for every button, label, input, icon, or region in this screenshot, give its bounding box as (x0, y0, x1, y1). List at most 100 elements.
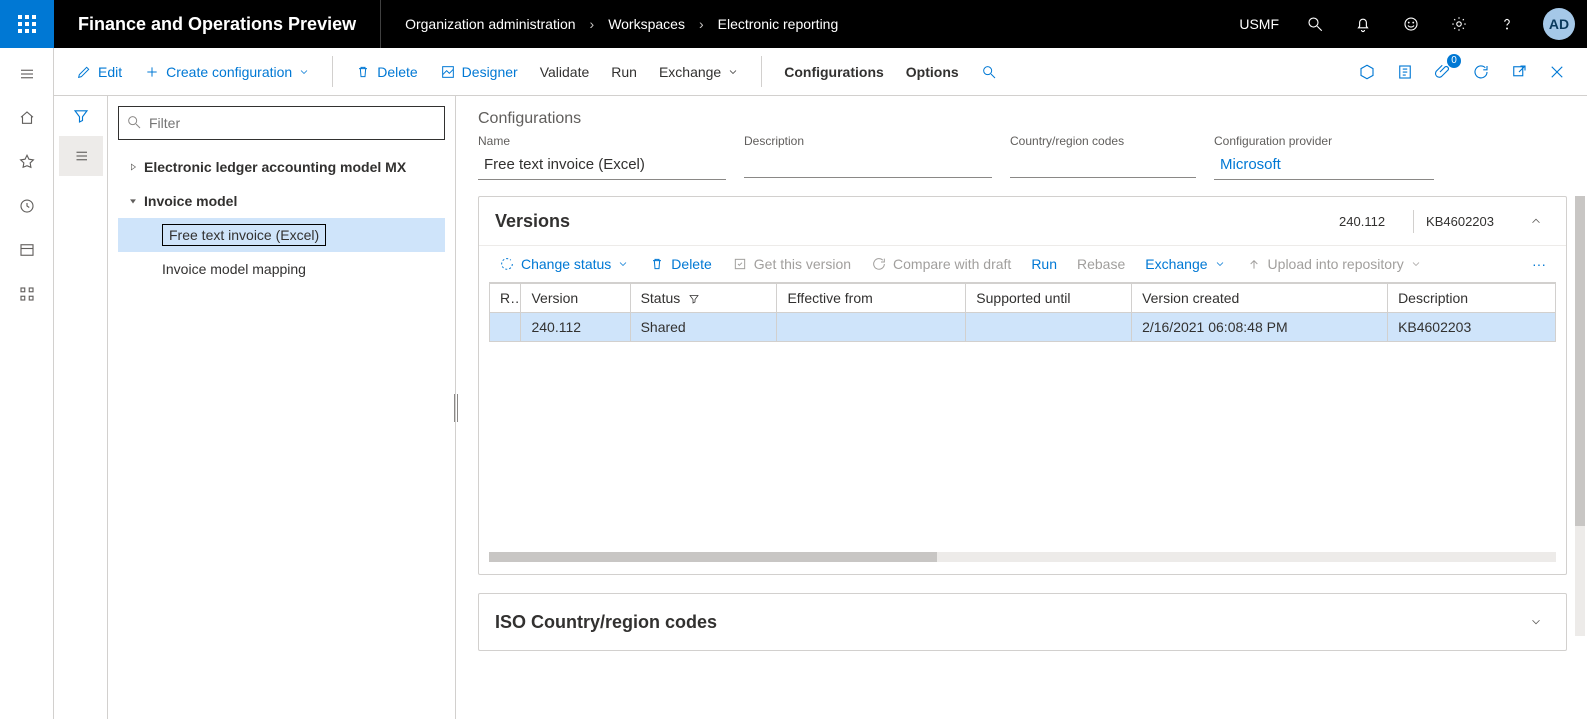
caret-right-icon[interactable] (122, 162, 144, 172)
hamburger-icon[interactable] (5, 54, 49, 94)
expand-iso-button[interactable] (1522, 608, 1550, 636)
tree-item[interactable]: Electronic ledger accounting model MX (118, 150, 445, 184)
tab-configurations-label: Configurations (784, 64, 884, 80)
open-in-office-button[interactable] (1387, 54, 1423, 90)
caret-down-icon[interactable] (122, 196, 144, 206)
collapse-versions-button[interactable] (1522, 207, 1550, 235)
filter-rail (54, 96, 108, 719)
versions-toolbar: Change status Delete Get this version (479, 245, 1566, 282)
list-view-icon[interactable] (59, 136, 103, 176)
table-row[interactable]: 240.112 Shared 2/16/2021 06:08:48 PM KB4… (490, 313, 1556, 342)
user-avatar[interactable]: AD (1543, 8, 1575, 40)
col-header[interactable]: Description (1388, 284, 1556, 313)
tab-options-label: Options (906, 64, 959, 80)
cell-version[interactable]: 240.112 (521, 313, 630, 342)
cell-description[interactable]: KB4602203 (1388, 313, 1556, 342)
breadcrumb-item[interactable]: Organization administration (405, 16, 575, 32)
show-config-button[interactable] (1349, 54, 1385, 90)
modules-icon[interactable] (5, 274, 49, 314)
field-value-provider[interactable]: Microsoft (1214, 152, 1434, 180)
change-status-label: Change status (521, 256, 611, 272)
exchange-label: Exchange (659, 64, 721, 80)
cell-effective[interactable] (777, 313, 966, 342)
home-icon[interactable] (5, 98, 49, 138)
refresh-button[interactable] (1463, 54, 1499, 90)
version-run-button[interactable]: Run (1023, 252, 1065, 276)
versions-table: R... Version Status Effective from Suppo… (489, 283, 1556, 342)
field-label-provider: Configuration provider (1214, 134, 1434, 148)
chevron-down-icon (727, 66, 739, 78)
versions-table-wrap: R... Version Status Effective from Suppo… (489, 282, 1556, 542)
compare-draft-button: Compare with draft (863, 252, 1019, 276)
delete-button[interactable]: Delete (345, 54, 427, 90)
field-label-name: Name (478, 134, 726, 148)
row-selector-cell[interactable] (490, 313, 521, 342)
col-header[interactable]: R... (490, 284, 521, 313)
search-icon[interactable] (1291, 0, 1339, 48)
col-header[interactable]: Version created (1132, 284, 1388, 313)
top-icon-strip: USMF AD (1227, 0, 1587, 48)
help-icon[interactable] (1483, 0, 1531, 48)
close-button[interactable] (1539, 54, 1575, 90)
breadcrumb-item[interactable]: Electronic reporting (718, 16, 839, 32)
tree-item[interactable]: Invoice model (118, 184, 445, 218)
create-configuration-button[interactable]: Create configuration (134, 54, 320, 90)
col-header[interactable]: Status (630, 284, 777, 313)
splitter-handle[interactable] (452, 388, 460, 428)
breadcrumb-item[interactable]: Workspaces (608, 16, 685, 32)
version-exchange-label: Exchange (1145, 256, 1207, 272)
waffle-icon (18, 15, 36, 33)
cell-supported[interactable] (966, 313, 1132, 342)
exchange-button[interactable]: Exchange (649, 54, 749, 90)
settings-icon[interactable] (1435, 0, 1483, 48)
col-header[interactable]: Supported until (966, 284, 1132, 313)
favorites-icon[interactable] (5, 142, 49, 182)
chevron-right-icon: › (590, 16, 595, 32)
col-header[interactable]: Version (521, 284, 630, 313)
version-delete-button[interactable]: Delete (641, 252, 719, 276)
cell-created[interactable]: 2/16/2021 06:08:48 PM (1132, 313, 1388, 342)
create-configuration-label: Create configuration (166, 64, 292, 80)
feedback-icon[interactable] (1387, 0, 1435, 48)
company-selector[interactable]: USMF (1227, 16, 1291, 32)
validate-label: Validate (540, 64, 590, 80)
horizontal-scrollbar[interactable] (489, 552, 1556, 562)
designer-label: Designer (462, 64, 518, 80)
tab-options[interactable]: Options (896, 54, 969, 90)
popout-button[interactable] (1501, 54, 1537, 90)
chevron-right-icon: › (699, 16, 704, 32)
designer-button[interactable]: Designer (430, 54, 528, 90)
app-launcher-button[interactable] (0, 0, 54, 48)
filter-icon[interactable] (59, 96, 103, 136)
edit-button[interactable]: Edit (66, 54, 132, 90)
vertical-scrollbar[interactable] (1575, 196, 1585, 636)
page-title: Configurations (478, 110, 1567, 128)
more-actions-button[interactable]: ··· (1524, 252, 1554, 276)
chevron-down-icon (1410, 258, 1422, 270)
field-value-country[interactable] (1010, 152, 1196, 178)
notification-icon[interactable] (1339, 0, 1387, 48)
attachments-badge: 0 (1447, 54, 1461, 68)
validate-button[interactable]: Validate (530, 54, 600, 90)
iso-title: ISO Country/region codes (495, 612, 1522, 633)
breadcrumb: Organization administration › Workspaces… (381, 16, 838, 32)
chevron-down-icon (298, 66, 310, 78)
col-header[interactable]: Effective from (777, 284, 966, 313)
field-value-name[interactable]: Free text invoice (Excel) (478, 152, 726, 180)
action-bar: Edit Create configuration Delete Designe… (54, 48, 1587, 96)
field-value-description[interactable] (744, 152, 992, 178)
workspaces-icon[interactable] (5, 230, 49, 270)
tree-item[interactable]: Invoice model mapping (118, 252, 445, 286)
run-button[interactable]: Run (601, 54, 647, 90)
recent-icon[interactable] (5, 186, 49, 226)
version-exchange-button[interactable]: Exchange (1137, 252, 1233, 276)
attachments-button[interactable]: 0 (1425, 54, 1461, 90)
cell-status[interactable]: Shared (630, 313, 777, 342)
tab-configurations[interactable]: Configurations (774, 54, 894, 90)
search-icon (126, 114, 142, 130)
search-in-page-button[interactable] (971, 54, 1007, 90)
tree-filter-input[interactable] (118, 106, 445, 140)
change-status-button[interactable]: Change status (491, 252, 637, 276)
field-label-country: Country/region codes (1010, 134, 1196, 148)
tree-item[interactable]: Free text invoice (Excel) (118, 218, 445, 252)
